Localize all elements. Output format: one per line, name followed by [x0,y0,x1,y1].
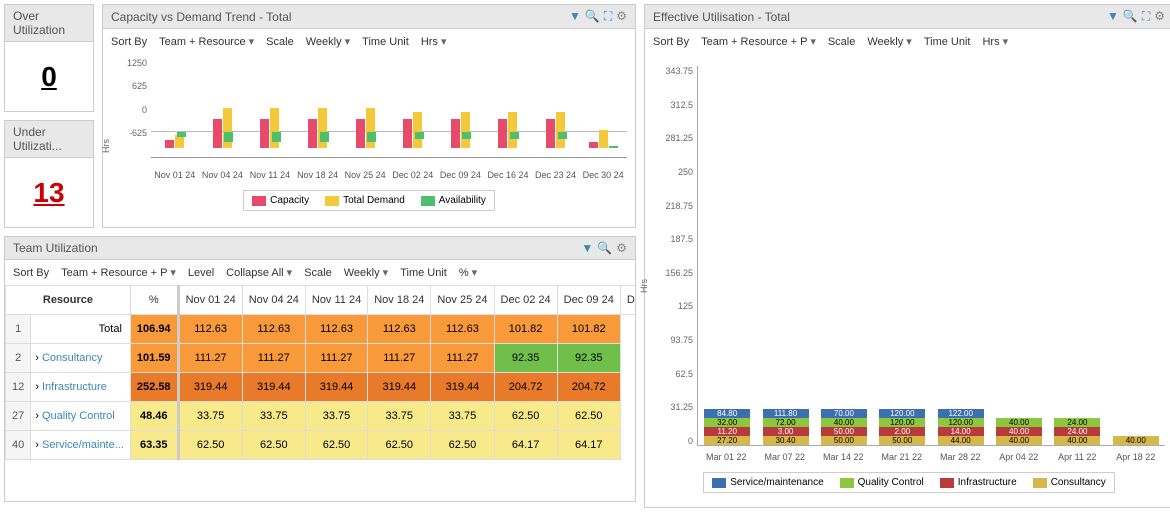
resource-link[interactable]: Service/mainte... [42,439,124,451]
bar-group [442,58,478,157]
sort-dropdown[interactable]: Team + Resource [159,35,254,48]
level-dropdown[interactable]: Collapse All [226,266,292,279]
effective-toolbar: Sort By Team + Resource + P Scale Weekly… [645,29,1170,54]
over-utilization-kpi: Over Utilization 0 [4,4,94,112]
y-axis-title: Hrs [639,279,649,293]
team-utilization-panel: Team Utilization ▼ 🔍 ⚙ Sort By Team + Re… [4,236,636,502]
capacity-bar-chart: 12506250-625 [111,58,627,158]
legend-availability: Availability [439,195,486,206]
expand-icon[interactable]: › [35,381,39,393]
capacity-toolbar: Sort By Team + Resource Scale Weekly Tim… [103,29,635,54]
y-axis: 343.75312.5281.25250218.75187.5156.25125… [653,66,693,446]
under-utilization-label: Under Utilizati... [5,121,93,158]
scale-dropdown[interactable]: Weekly [344,266,388,279]
bars-area [151,58,627,158]
stacked-bar: 40.0040.0040.00 [996,418,1042,445]
over-utilization-value[interactable]: 0 [5,42,93,111]
effective-stacked-chart: 343.75312.5281.25250218.75187.5156.25125… [653,66,1165,446]
y-axis: 12506250-625 [111,58,147,138]
expand-icon[interactable]: › [35,410,39,422]
stacked-bars: 27.2011.2032.0084.80 30.403.0072.00111.80… [697,66,1165,446]
level-label: Level [188,267,214,279]
table-row: 2› Consultancy101.59111.27111.27111.2711… [6,344,636,373]
team-toolbar: Sort By Team + Resource + P Level Collap… [5,260,635,285]
bar-group [300,58,336,157]
x-axis-labels: Mar 01 22Mar 07 22Mar 14 22Mar 21 22Mar … [653,452,1165,462]
stacked-bar: 50.0050.0040.0070.00 [821,409,867,445]
y-axis-title: Hrs [101,139,111,153]
expand-icon[interactable]: ⛶ [604,9,612,24]
legend-service: Service/maintenance [730,477,823,488]
scale-label: Scale [304,267,332,279]
legend-infrastructure: Infrastructure [958,477,1017,488]
x-axis-labels: Nov 01 24Nov 04 24Nov 11 24Nov 18 24Nov … [111,170,627,180]
scale-dropdown[interactable]: Weekly [306,35,350,48]
over-utilization-label: Over Utilization [5,5,93,42]
table-row: 12› Infrastructure252.58319.44319.44319.… [6,373,636,402]
gear-icon[interactable]: ⚙ [1154,9,1165,24]
resource-link[interactable]: Infrastructure [42,381,107,393]
sort-dropdown[interactable]: Team + Resource + P [61,266,176,279]
capacity-demand-panel: Capacity vs Demand Trend - Total ▼ 🔍 ⛶ ⚙… [102,4,636,228]
scale-label: Scale [828,36,856,48]
bar-group [585,58,621,157]
table-row: 40› Service/mainte...63.3562.5062.5062.5… [6,431,636,460]
under-utilization-value[interactable]: 13 [5,158,93,227]
time-dropdown[interactable]: Hrs [421,35,447,48]
filter-icon[interactable]: ▼ [581,241,593,255]
legend-capacity: Capacity [270,195,309,206]
search-icon[interactable]: 🔍 [1123,9,1138,24]
search-icon[interactable]: 🔍 [597,241,612,255]
time-dropdown[interactable]: % [459,266,477,279]
bar-group [490,58,526,157]
effective-panel-title: Effective Utilisation - Total [653,10,790,24]
stacked-bar: 50.002.00120.00120.00 [879,409,925,445]
capacity-panel-title: Capacity vs Demand Trend - Total [111,10,292,24]
under-utilization-kpi: Under Utilizati... 13 [4,120,94,228]
gear-icon[interactable]: ⚙ [616,241,627,255]
bar-group [157,58,193,157]
time-label: Time Unit [362,36,409,48]
stacked-bar: 40.0024.0024.00 [1054,418,1100,445]
time-dropdown[interactable]: Hrs [982,35,1008,48]
gear-icon[interactable]: ⚙ [616,9,627,24]
stacked-bar: 40.00 [1113,436,1159,445]
bar-group [252,58,288,157]
scale-dropdown[interactable]: Weekly [867,35,911,48]
expand-icon[interactable]: ⛶ [1142,9,1150,24]
stacked-bar: 30.403.0072.00111.80 [763,409,809,445]
sort-label: Sort By [13,267,49,279]
scale-label: Scale [266,36,294,48]
sort-dropdown[interactable]: Team + Resource + P [701,35,816,48]
bar-group [395,58,431,157]
capacity-legend: Capacity Total Demand Availability [243,190,495,211]
team-panel-title: Team Utilization [13,241,98,255]
filter-icon[interactable]: ▼ [1107,9,1119,24]
bar-group [204,58,240,157]
team-utilization-table: Resource%Nov 01 24Nov 04 24Nov 11 24Nov … [5,285,635,460]
search-icon[interactable]: 🔍 [585,9,600,24]
table-row: 1Total106.94112.63112.63112.63112.63112.… [6,315,636,344]
table-row: 27› Quality Control48.4633.7533.7533.753… [6,402,636,431]
time-label: Time Unit [400,267,447,279]
sort-label: Sort By [111,36,147,48]
effective-utilisation-panel: Effective Utilisation - Total ▼ 🔍 ⛶ ⚙ So… [644,4,1170,508]
expand-icon[interactable]: › [35,439,39,451]
bar-group [347,58,383,157]
filter-icon[interactable]: ▼ [569,9,581,24]
stacked-bar: 44.0014.00120.00122.00 [938,409,984,445]
resource-link[interactable]: Consultancy [42,352,103,364]
legend-consultancy: Consultancy [1051,477,1106,488]
expand-icon[interactable]: › [35,352,39,364]
legend-quality: Quality Control [858,477,924,488]
time-label: Time Unit [924,36,971,48]
sort-label: Sort By [653,36,689,48]
stacked-bar: 27.2011.2032.0084.80 [704,409,750,445]
bar-group [538,58,574,157]
effective-legend: Service/maintenance Quality Control Infr… [703,472,1114,493]
legend-demand: Total Demand [343,195,405,206]
resource-link[interactable]: Quality Control [42,410,115,422]
